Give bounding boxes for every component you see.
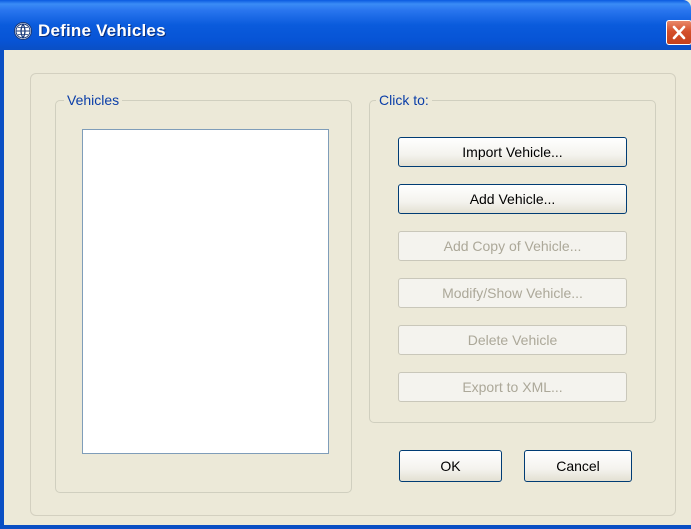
window-title: Define Vehicles: [38, 21, 166, 40]
window-frame-bottom: [0, 525, 691, 529]
vehicles-list[interactable]: [82, 129, 329, 454]
add-copy-of-vehicle-button[interactable]: Add Copy of Vehicle...: [398, 231, 627, 261]
vehicles-group-legend: Vehicles: [64, 91, 123, 109]
title-bar[interactable]: Define Vehicles: [0, 0, 691, 50]
app-globe-icon: [14, 22, 32, 40]
define-vehicles-dialog: Define Vehicles Vehicles Click to: Impor…: [0, 0, 691, 529]
actions-group-legend: Click to:: [376, 91, 432, 109]
ok-button[interactable]: OK: [399, 450, 502, 482]
delete-vehicle-button[interactable]: Delete Vehicle: [398, 325, 627, 355]
export-to-xml-button[interactable]: Export to XML...: [398, 372, 627, 402]
cancel-button[interactable]: Cancel: [524, 450, 632, 482]
modify-show-vehicle-button[interactable]: Modify/Show Vehicle...: [398, 278, 627, 308]
close-button[interactable]: [666, 20, 691, 45]
window-frame-left: [0, 50, 4, 529]
import-vehicle-button[interactable]: Import Vehicle...: [398, 137, 627, 167]
add-vehicle-button[interactable]: Add Vehicle...: [398, 184, 627, 214]
close-icon: [672, 25, 686, 40]
